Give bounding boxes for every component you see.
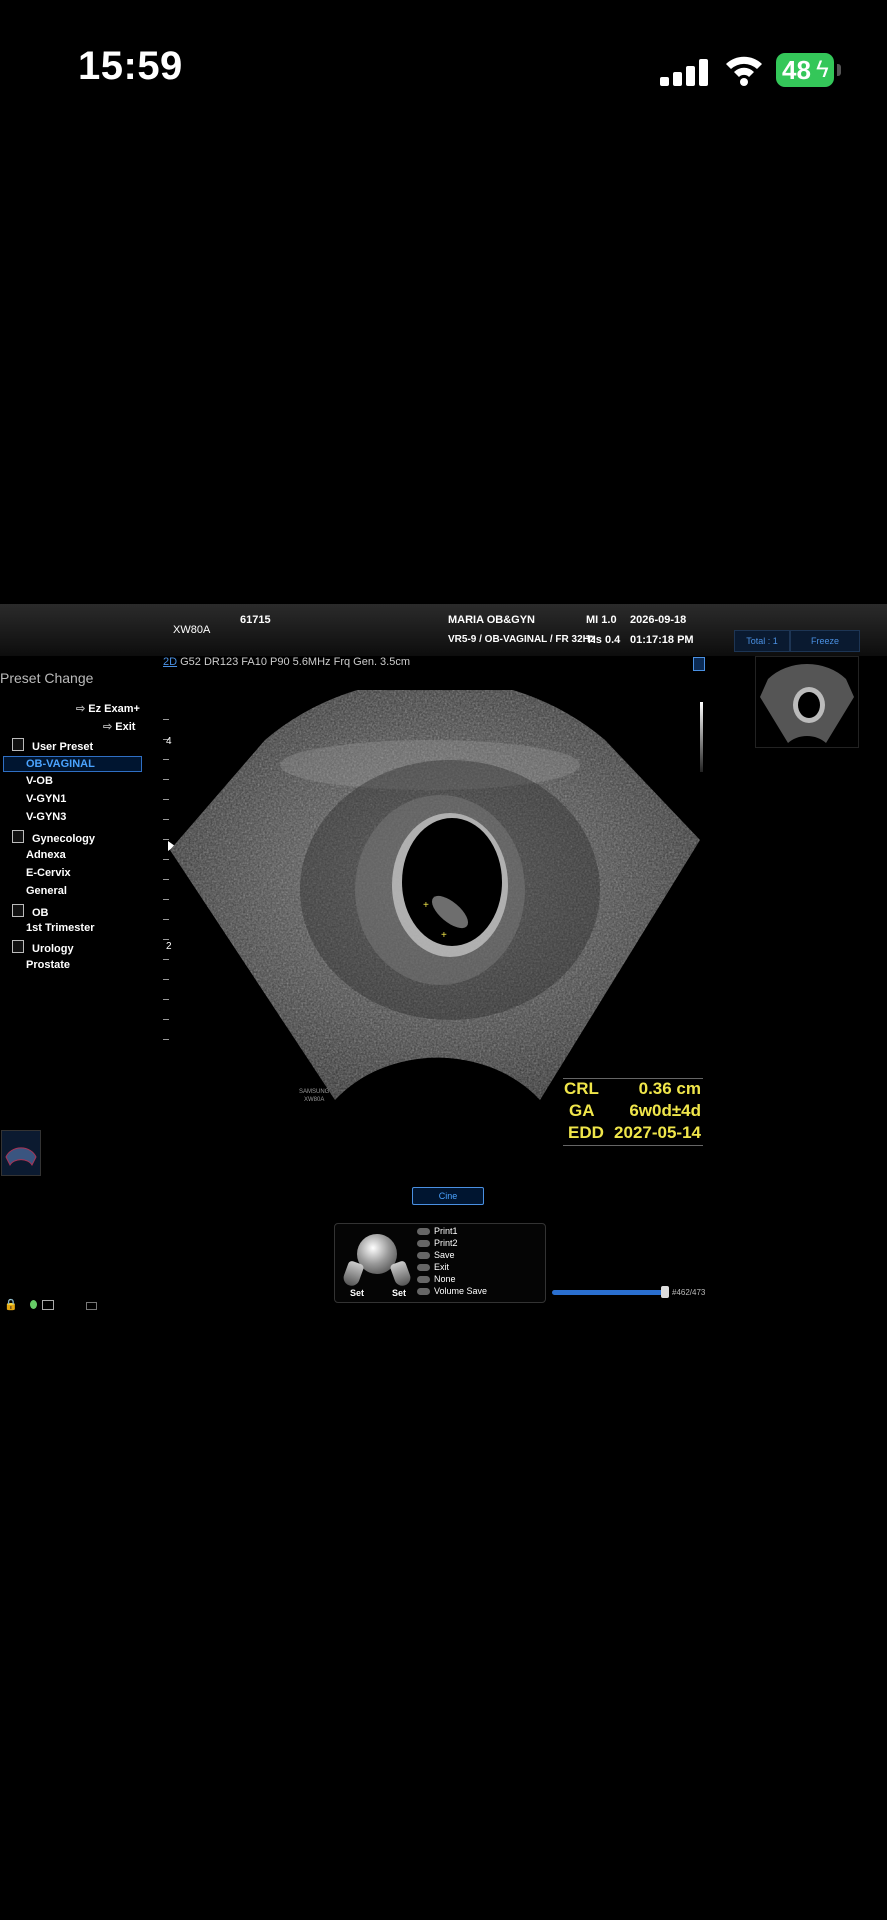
window-icon [42,1300,54,1310]
watermark: SAMSUNG XW80A [299,1088,329,1104]
orientation-marker-icon [693,657,705,671]
option-print1[interactable]: Print1 [417,1226,458,1236]
edd-label: EDD [568,1123,604,1142]
preset-item-v-ob[interactable]: V-OB [26,775,53,787]
option-label: Volume Save [434,1286,488,1296]
option-save[interactable]: Save [417,1250,455,1260]
crl-value: 0.36 cm [638,1079,701,1098]
menu-group-gynecology[interactable]: Gynecology [12,830,95,845]
menu-group-urology[interactable]: Urology [12,940,74,955]
parameter-values: G52 DR123 FA10 P90 5.6MHz Frq Gen. 3.5cm [180,656,411,668]
exit-label: Exit [115,721,136,733]
group-label: User Preset [32,741,94,753]
key-icon [417,1264,430,1271]
preset-item-prostate[interactable]: Prostate [26,959,70,971]
menu-group-ob[interactable]: OB [12,904,49,919]
option-label: Print1 [434,1226,458,1236]
imaging-parameters: 2D G52 DR123 FA10 P90 5.6MHz Frq Gen. 3.… [163,656,410,668]
preset-item-1st-trimester[interactable]: 1st Trimester [26,922,94,934]
probe-fan-icon [5,1147,37,1167]
watermark-line2: XW80A [304,1097,325,1103]
charging-bolt-icon: ϟ [816,56,829,83]
option-label: None [434,1274,456,1284]
ga-label: GA [569,1101,595,1120]
tab-total[interactable]: Total : 1 [734,630,790,652]
ga-value: 6w0d±4d [629,1101,701,1120]
option-volume-save[interactable]: Volume Save [417,1286,487,1296]
right-set-key-icon[interactable] [389,1259,413,1289]
image-thumbnail[interactable] [755,656,859,748]
preset-item-ob-vaginal[interactable]: OB-VAGINAL [3,756,142,772]
battery-level: 48 [782,55,811,85]
cine-button[interactable]: Cine [412,1187,484,1205]
mi-index: MI 1.0 [586,614,617,626]
mail-icon [86,1302,97,1310]
group-label: Urology [32,943,74,955]
thumbnail-preview [760,664,854,743]
device-model: XW80A [173,624,211,636]
tab-freeze[interactable]: Freeze [790,630,860,652]
menu-group-user-preset[interactable]: User Preset [12,738,93,753]
key-icon [417,1240,430,1247]
lock-icon: 🔒 [4,1299,18,1311]
cine-frame-counter: #462/473 [672,1288,706,1297]
option-label: Save [434,1250,455,1260]
crl-label: CRL [564,1079,599,1098]
set-left-label: Set [350,1288,365,1298]
control-panel: Set Set Print1 Print2 Save Exit None Vol… [334,1223,546,1303]
ez-exam-button[interactable]: ⇨ Ez Exam+ [76,702,140,715]
edd-value: 2027-05-14 [614,1123,701,1142]
battery-icon: 48 ϟ [776,53,842,87]
caliper-end-icon: + [441,930,447,941]
watermark-line1: SAMSUNG [299,1089,330,1095]
option-label: Print2 [434,1238,458,1248]
folder-icon [12,940,24,953]
group-label: OB [32,907,49,919]
folder-icon [12,904,24,917]
tis-index: TIs 0.4 [586,634,621,646]
probe-icon[interactable] [1,1130,41,1176]
cellular-signal-icon [660,58,708,86]
preset-change-title: Preset Change [0,670,94,686]
option-exit[interactable]: Exit [417,1262,449,1272]
caliper-start-icon: + [423,900,429,911]
institution-name: MARIA OB&GYN [448,614,535,626]
option-label: Exit [434,1262,450,1272]
set-right-label: Set [392,1288,407,1298]
probe-preset: VR5-9 / OB-VAGINAL / FR 32Hz [448,634,595,645]
exit-button[interactable]: ⇨ Exit [103,720,135,733]
measurement-results: CRL 0.36 cm GA 6w0d±4d EDD 2027-05-14 [563,1078,703,1146]
preset-item-adnexa[interactable]: Adnexa [26,849,66,861]
left-set-key-icon[interactable] [341,1259,365,1289]
option-none[interactable]: None [417,1274,456,1284]
key-icon [417,1252,430,1259]
ultrasound-image: + + [170,690,700,1101]
cine-slider-track[interactable] [552,1290,664,1295]
folder-icon [12,830,24,843]
key-icon [417,1228,430,1235]
ez-exam-icon: ⇨ [76,703,89,715]
wifi-icon [726,56,762,86]
exit-icon: ⇨ [103,721,116,733]
ez-exam-label: Ez Exam+ [88,703,140,715]
preset-item-e-cervix[interactable]: E-Cervix [26,867,71,879]
exam-date: 2026-09-18 [630,614,687,626]
option-print2[interactable]: Print2 [417,1238,458,1248]
preset-item-v-gyn3[interactable]: V-GYN3 [26,811,66,823]
preset-item-general[interactable]: General [26,885,67,897]
key-icon [417,1288,430,1295]
group-label: Gynecology [32,833,95,845]
mode-2d-link[interactable]: 2D [163,656,177,668]
patient-id: 61715 [240,614,271,626]
status-time: 15:59 [78,44,183,88]
probe-status-icon [30,1300,37,1309]
preset-item-v-gyn1[interactable]: V-GYN1 [26,793,66,805]
cine-slider-handle[interactable] [661,1286,669,1298]
key-icon [417,1276,430,1283]
exam-time: 01:17:18 PM [630,634,694,646]
folder-icon [12,738,24,751]
